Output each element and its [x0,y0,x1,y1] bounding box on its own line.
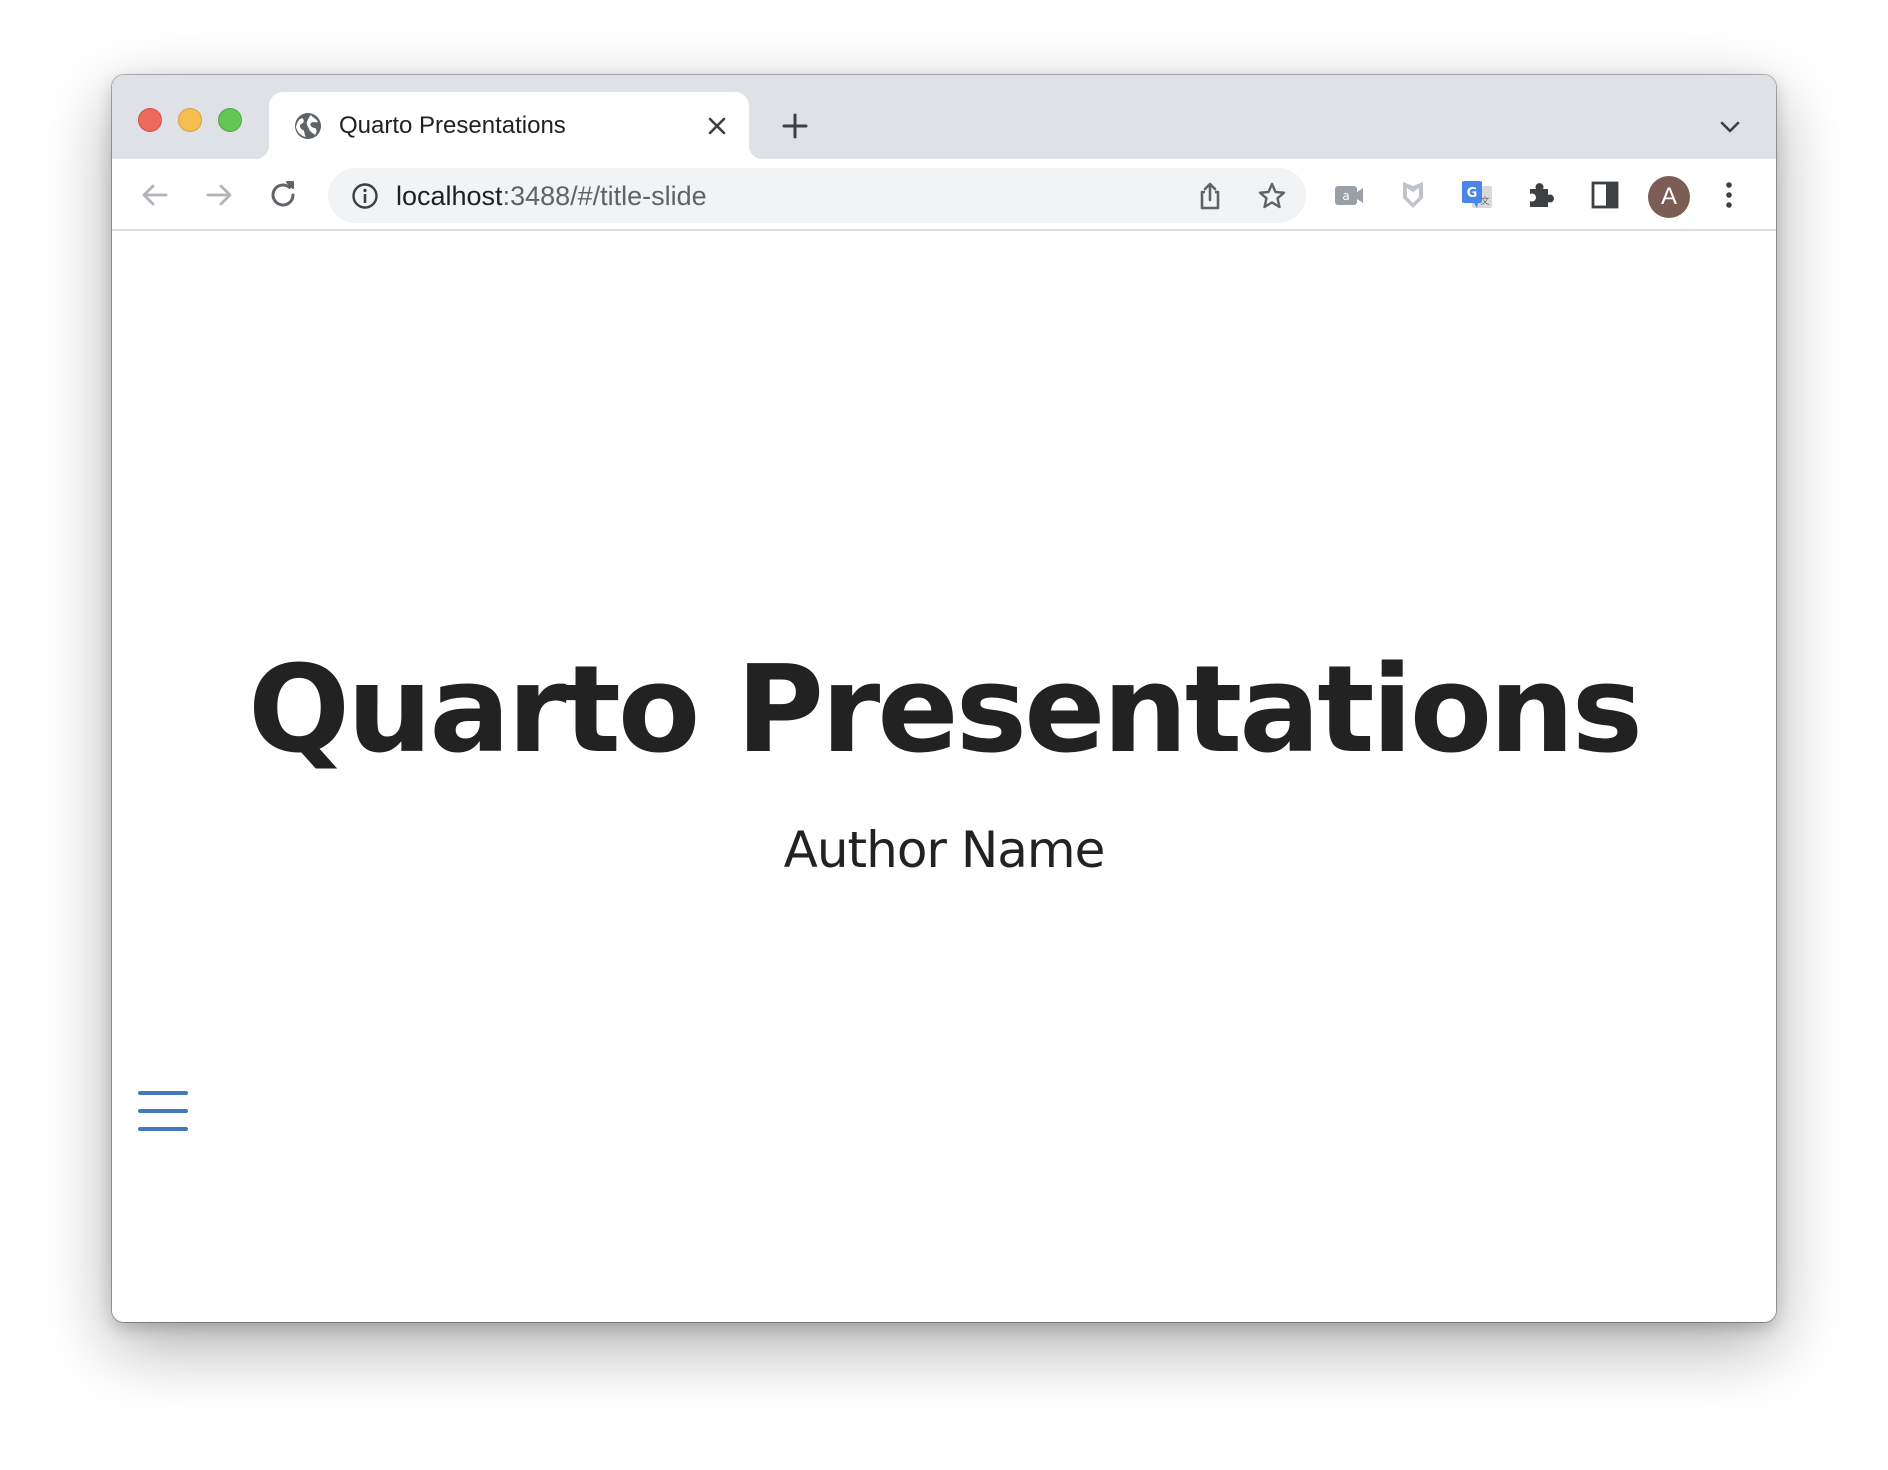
share-icon[interactable] [1194,180,1226,212]
arrow-left-icon[interactable] [138,178,172,212]
svg-text:a: a [1342,189,1349,203]
address-host: localhost [396,181,503,211]
slide-title: Quarto Presentations [247,641,1643,780]
puzzle-icon[interactable] [1524,178,1558,212]
hamburger-menu-icon[interactable] [138,1089,188,1133]
svg-text:文: 文 [1480,195,1489,207]
address-bar[interactable]: localhost:3488/#/title-slide [328,168,1306,223]
kebab-menu-icon[interactable] [1712,178,1746,212]
window-close-button[interactable] [138,108,162,132]
tab-quarto-presentations[interactable]: Quarto Presentations [255,92,763,159]
slide-author: Author Name [783,821,1106,879]
svg-text:G: G [1467,186,1478,201]
window-maximize-button[interactable] [218,108,242,132]
address-url[interactable]: localhost:3488/#/title-slide [396,181,707,212]
arrow-right-icon[interactable] [202,178,236,212]
tab-title: Quarto Presentations [339,112,566,139]
reload-icon[interactable] [266,178,300,212]
browser-toolbar: localhost:3488/#/title-slide a G 文 A [112,159,1776,231]
globe-icon [295,113,321,139]
camera-extension-icon[interactable]: a [1332,178,1366,212]
profile-avatar[interactable]: A [1648,176,1690,218]
tab-strip: Quarto Presentations [112,75,1776,159]
close-icon[interactable] [705,114,729,138]
star-icon[interactable] [1256,180,1288,212]
address-path: :3488/#/title-slide [502,181,707,211]
side-panel-icon[interactable] [1588,178,1622,212]
shield-extension-icon[interactable] [1396,178,1430,212]
chevron-down-icon[interactable] [1718,115,1742,139]
window-minimize-button[interactable] [178,108,202,132]
info-icon[interactable] [350,181,380,211]
browser-window: Quarto Presentations localhost:3488/#/ti… [112,75,1776,1322]
plus-icon[interactable] [780,111,810,141]
translate-extension-icon[interactable]: G 文 [1460,178,1494,212]
slide-viewport: Quarto Presentations Author Name [112,231,1776,1322]
